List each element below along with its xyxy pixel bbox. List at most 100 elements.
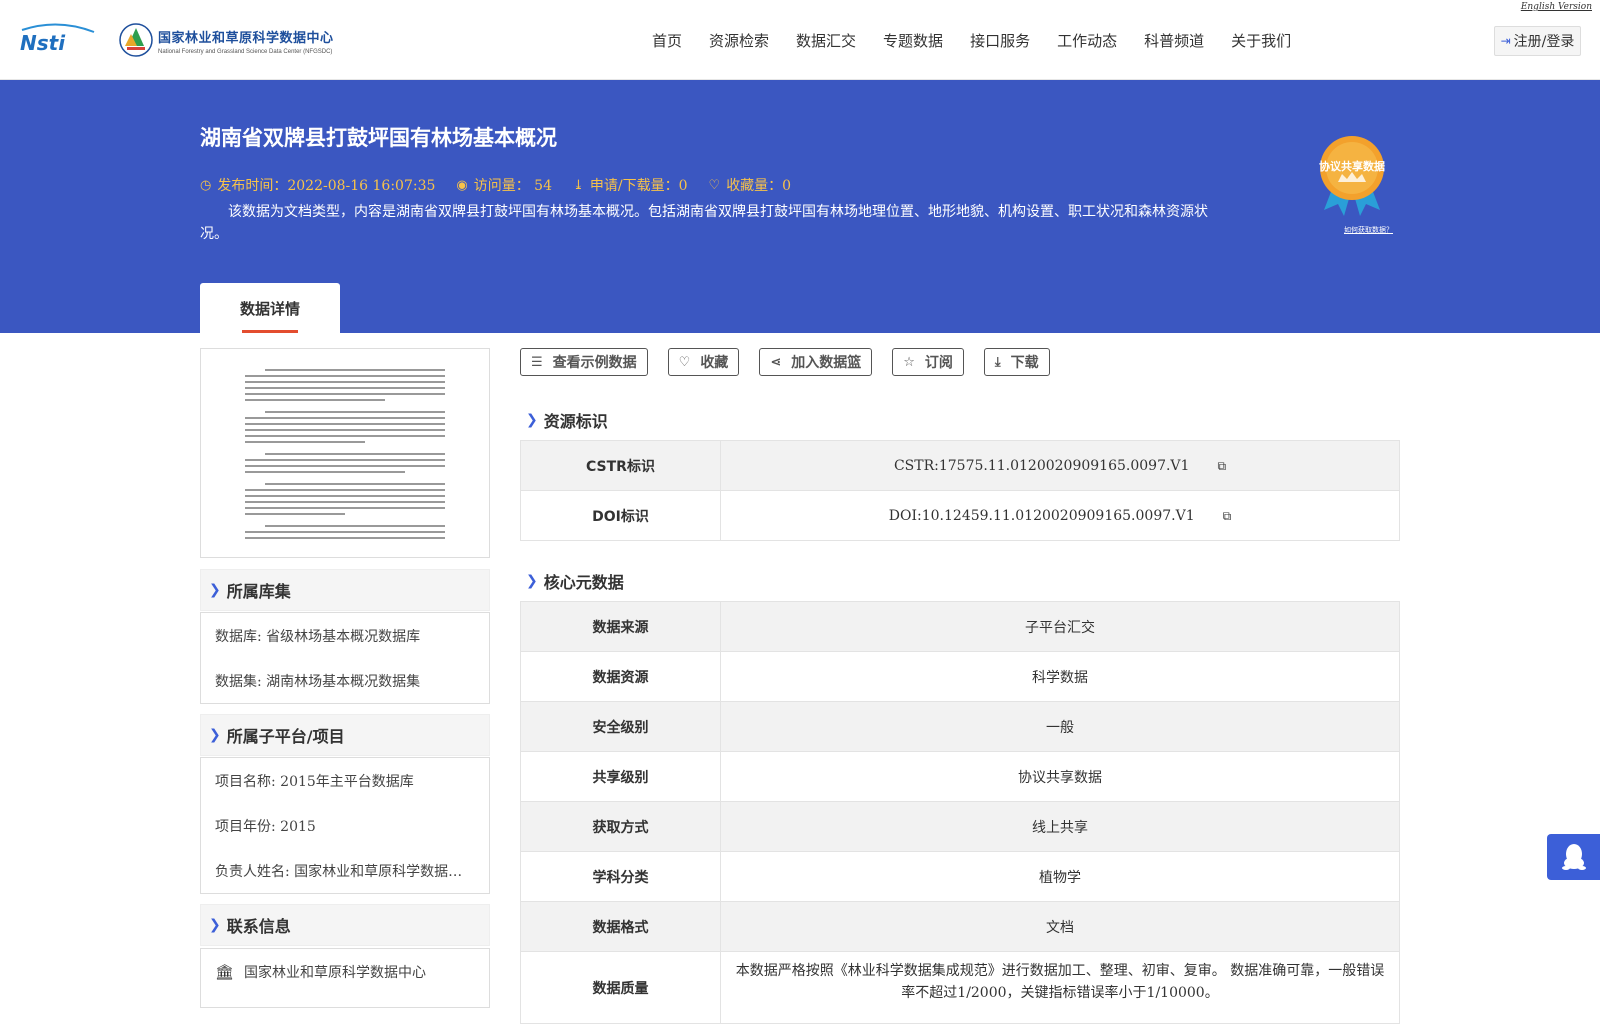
add-to-basket-button[interactable]: ⋖ 加入数据篮 (759, 348, 873, 376)
eye-icon: ◉ (456, 177, 468, 193)
view-sample-label: 查看示例数据 (552, 355, 637, 371)
agreement-share-badge-icon: 协议共享数据 (1319, 136, 1385, 216)
favorite-button[interactable]: ♡ 收藏 (667, 348, 740, 376)
tab-data-details[interactable]: 数据详情 (200, 283, 340, 333)
table-row: 学科分类 植物学 (520, 851, 1400, 902)
view-sample-button[interactable]: ☰ 查看示例数据 (520, 348, 648, 376)
meta-key: 获取方式 (520, 801, 721, 852)
project-owner: 负责人姓名: 国家林业和草原科学数据… (215, 863, 463, 880)
add-to-basket-label: 加入数据篮 (791, 355, 862, 371)
meta-key: 数据格式 (520, 901, 721, 952)
doi-key: DOI标识 (520, 490, 721, 541)
logo-title: 国家林业和草原科学数据中心 (158, 31, 334, 46)
nav-resource-search[interactable]: 资源检索 (709, 30, 769, 51)
nav-science-channel[interactable]: 科普频道 (1144, 30, 1204, 51)
download-count: ⤓ 申请/下载量：0 (573, 175, 688, 195)
login-label: 注册/登录 (1513, 34, 1575, 50)
dataset-banner: 湖南省双牌县打鼓坪国有林场基本概况 ◷ 发布时间：2022-08-16 16:07… (0, 80, 1600, 333)
resource-id-section-title: ❯ 资源标识 (526, 408, 608, 432)
cstr-key: CSTR标识 (520, 440, 721, 491)
sign-in-icon: ⇥ (1500, 34, 1511, 48)
copy-icon[interactable]: ⧉ (1223, 509, 1232, 524)
table-row: 数据质量 本数据严格按照《林业科学数据集成规范》进行数据加工、整理、初审、复审。 … (520, 951, 1400, 1024)
main-nav: 首页 资源检索 数据汇交 专题数据 接口服务 工作动态 科普频道 关于我们 (652, 30, 1318, 51)
institution-icon: 🏛 (215, 962, 235, 981)
project-title: 所属子平台/项目 (226, 727, 345, 746)
project-box: 项目名称: 2015年主平台数据库 项目年份: 2015 负责人姓名: 国家林业… (200, 757, 490, 894)
meta-key: 数据来源 (520, 601, 721, 652)
penguin-icon (1561, 844, 1586, 870)
resource-id-table: CSTR标识 CSTR:17575.11.0120020909165.0097.… (520, 440, 1400, 541)
how-to-get-data-link[interactable]: 如何获取数据？ (1344, 225, 1393, 235)
meta-key: 安全级别 (520, 701, 721, 752)
meta-value: 植物学 (720, 851, 1400, 902)
doi-value-cell: DOI:10.12459.11.0120020909165.0097.V1 ⧉ (720, 490, 1400, 541)
nav-about[interactable]: 关于我们 (1231, 30, 1291, 51)
svg-text:Nsti: Nsti (20, 31, 66, 55)
meta-value: 线上共享 (720, 801, 1400, 852)
contact-section-title: ❯ 联系信息 (200, 904, 490, 946)
table-row: 数据资源 科学数据 (520, 651, 1400, 702)
nav-thematic-data[interactable]: 专题数据 (883, 30, 943, 51)
login-register-button[interactable]: ⇥ 注册/登录 (1494, 26, 1581, 56)
logo-text: 国家林业和草原科学数据中心 National Forestry and Gras… (158, 27, 334, 55)
table-row: 安全级别 一般 (520, 701, 1400, 752)
table-row: 数据格式 文档 (520, 901, 1400, 952)
chevron-right-icon: ❯ (209, 727, 221, 743)
heart-icon: ♡ (678, 354, 691, 370)
cstr-value: CSTR:17575.11.0120020909165.0097.V1 (893, 457, 1190, 474)
nav-home[interactable]: 首页 (652, 30, 682, 51)
heart-icon: ♡ (708, 177, 721, 193)
qq-chat-button[interactable] (1547, 834, 1600, 880)
badge-text: 协议共享数据 (1319, 159, 1385, 173)
library-section-title: ❯ 所属库集 (200, 569, 490, 611)
download-button[interactable]: ⤓ 下载 (983, 348, 1050, 376)
subscribe-label: 订阅 (924, 355, 953, 371)
chevron-right-icon: ❯ (526, 412, 538, 428)
meta-value: 一般 (720, 701, 1400, 752)
library-title: 所属库集 (226, 582, 291, 601)
meta-value: 协议共享数据 (720, 751, 1400, 802)
meta-value: 本数据严格按照《林业科学数据集成规范》进行数据加工、整理、初审、复审。 数据准确… (720, 951, 1400, 1024)
document-thumbnail[interactable] (200, 348, 490, 558)
chevron-right-icon: ❯ (209, 917, 221, 933)
meta-value: 科学数据 (720, 651, 1400, 702)
english-version-link[interactable]: English Version (1521, 2, 1592, 12)
favorite-count: ♡ 收藏量：0 (709, 175, 792, 195)
library-database[interactable]: 数据库: 省级林场基本概况数据库 (201, 613, 489, 658)
star-icon: ☆ (903, 354, 915, 370)
table-row: 共享级别 协议共享数据 (520, 751, 1400, 802)
document-page-preview (245, 369, 445, 539)
download-label: 下载 (1010, 355, 1039, 371)
clock-icon: ◷ (200, 177, 212, 193)
nav-api-service[interactable]: 接口服务 (970, 30, 1030, 51)
publish-time: ◷ 发布时间：2022-08-16 16:07:35 (200, 175, 435, 195)
project-name: 项目名称: 2015年主平台数据库 (215, 773, 414, 790)
cstr-value-cell: CSTR:17575.11.0120020909165.0097.V1 ⧉ (720, 440, 1400, 491)
download-count-text: 申请/下载量：0 (589, 178, 688, 194)
nsti-logo[interactable]: Nsti (18, 22, 98, 56)
library-dataset[interactable]: 数据集: 湖南林场基本概况数据集 (201, 658, 489, 703)
top-header: English Version Nsti 国家林业和草原科学数据中心 Natio… (0, 0, 1600, 80)
nav-news[interactable]: 工作动态 (1057, 30, 1117, 51)
visit-count: ◉ 访问量： 54 (456, 175, 552, 195)
visit-count-text: 访问量： 54 (473, 178, 552, 194)
copy-icon[interactable]: ⧉ (1217, 459, 1226, 474)
meta-key: 数据质量 (520, 951, 721, 1024)
core-metadata-table: 数据来源 子平台汇交 数据资源 科学数据 安全级别 一般 共享级别 协议共享数据 获取方… (520, 601, 1400, 1024)
core-metadata-title: 核心元数据 (543, 573, 624, 592)
subscribe-button[interactable]: ☆ 订阅 (892, 348, 964, 376)
meta-key: 学科分类 (520, 851, 721, 902)
meta-value: 文档 (720, 901, 1400, 952)
chevron-right-icon: ❯ (526, 573, 538, 589)
nav-data-submission[interactable]: 数据汇交 (796, 30, 856, 51)
dataset-description: 该数据为文档类型，内容是湖南省双牌县打鼓坪国有林场基本概况。包括湖南省双牌县打鼓… (200, 204, 1208, 242)
tab-active-underline (242, 330, 298, 333)
table-row: DOI标识 DOI:10.12459.11.0120020909165.0097… (520, 490, 1400, 541)
database-icon: ☰ (531, 354, 543, 370)
contact-box: 🏛 国家林业和草原科学数据中心 (200, 948, 490, 1008)
nfgsdc-emblem-icon[interactable] (118, 22, 154, 58)
meta-key: 共享级别 (520, 751, 721, 802)
chevron-right-icon: ❯ (209, 582, 221, 598)
meta-key: 数据资源 (520, 651, 721, 702)
